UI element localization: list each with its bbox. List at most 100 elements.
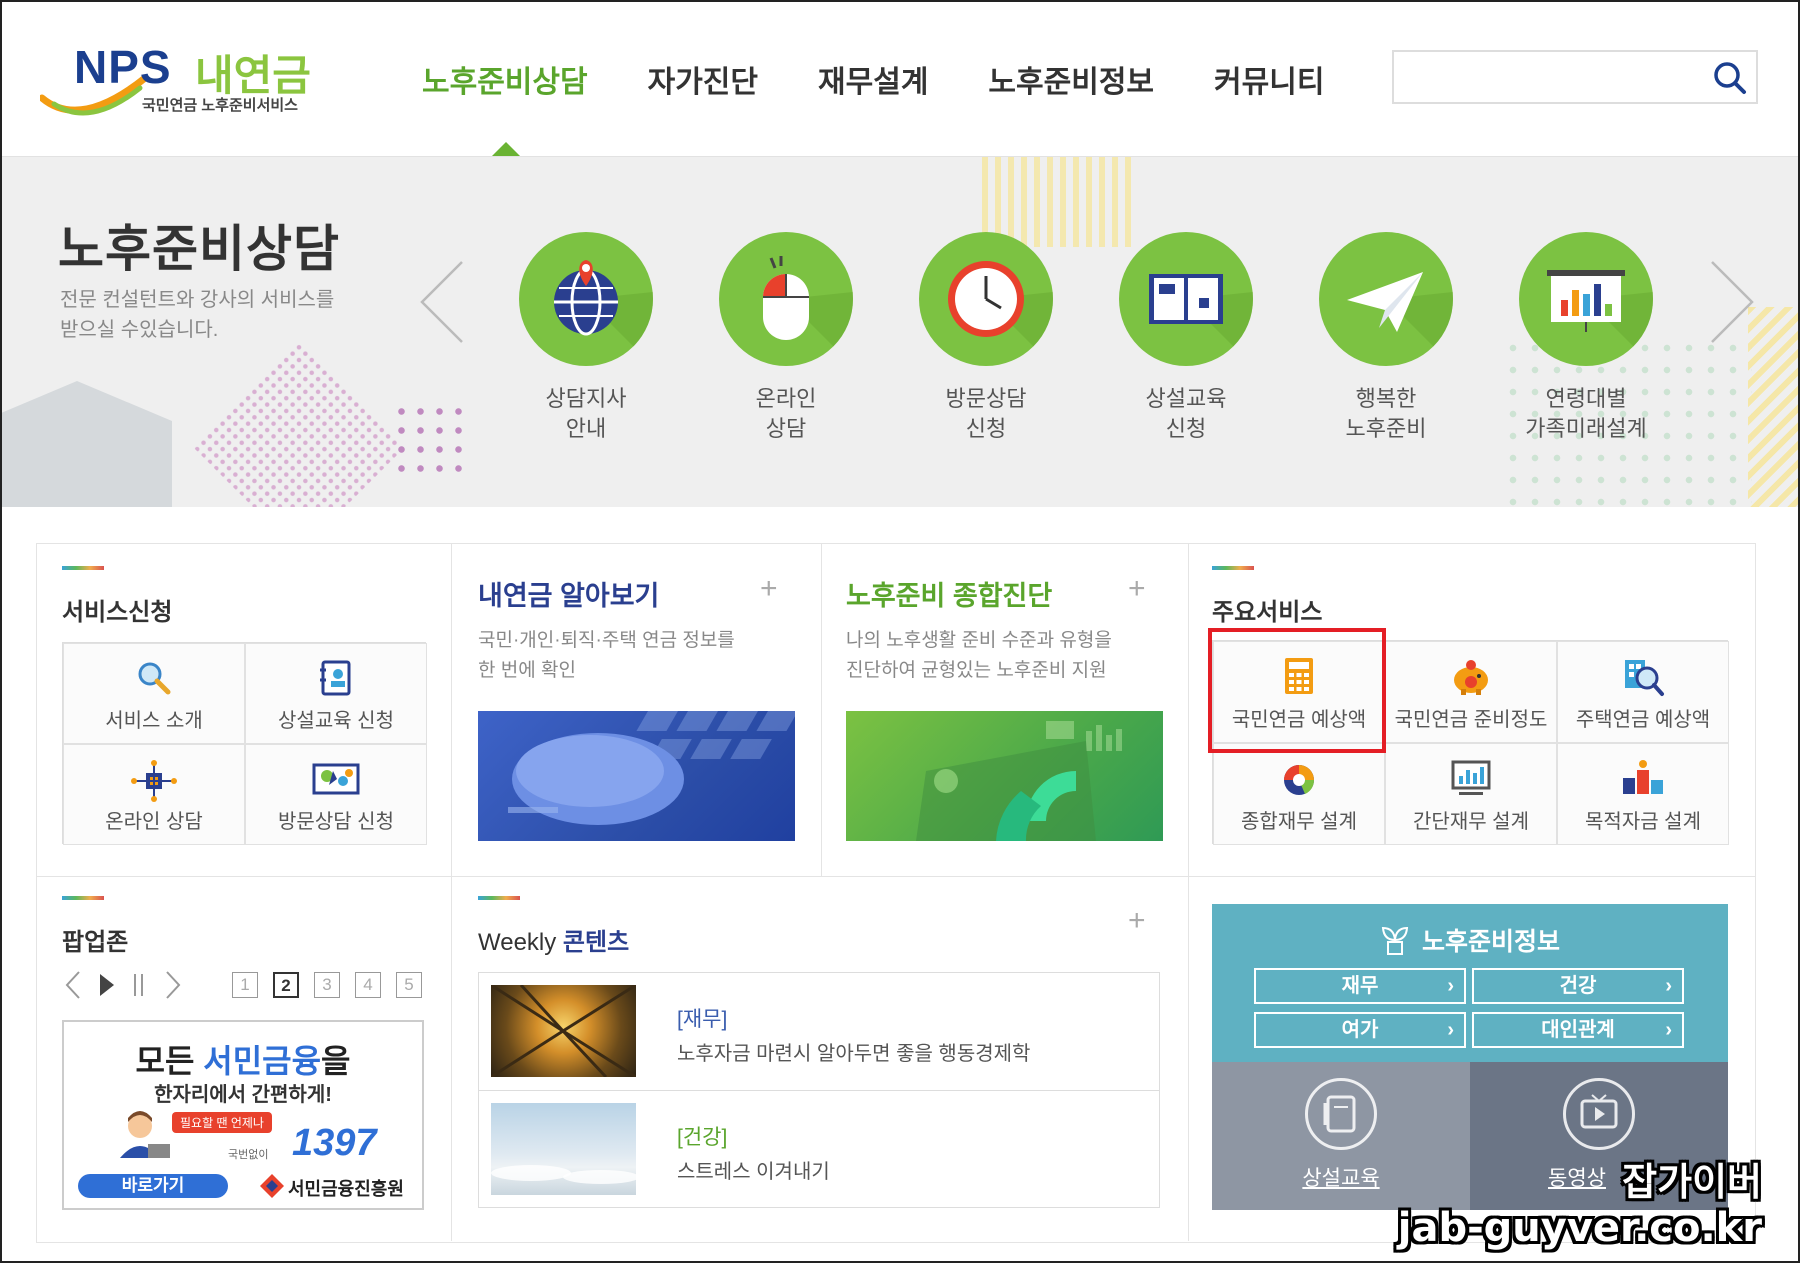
my-pension-description: 국민·개인·퇴직·주택 연금 정보를 한 번에 확인 [478, 630, 735, 681]
comprehensive-finance-plan-button[interactable]: 종합재무 설계 [1213, 743, 1385, 845]
service-happy-retirement[interactable]: 행복한 노후준비 [1316, 232, 1456, 444]
chevron-right-icon: › [1665, 975, 1672, 997]
weekly-tag: [건강] [677, 1126, 728, 1149]
watermark-line1: 잡가이버 [1622, 1162, 1762, 1204]
network-icon [131, 760, 177, 802]
service-label: 연령대별 가족미래설계 [1525, 386, 1647, 441]
my-pension-more-button[interactable]: + [760, 572, 778, 606]
service-label: 행복한 노후준비 [1345, 386, 1427, 441]
service-label: 상담지사 안내 [545, 386, 627, 441]
mouse-keyboard-image [508, 711, 795, 825]
pause-icon[interactable] [132, 972, 146, 998]
chevron-right-icon: › [1447, 975, 1454, 997]
section-title-text: 주요서비스 [1212, 599, 1323, 626]
service-online-consult[interactable]: 온라인 상담 [716, 232, 856, 444]
money-bags-icon [1623, 760, 1663, 794]
chart-graphic-image [916, 721, 1122, 841]
visit-consult-apply-button[interactable]: 방문상담 신청 [245, 744, 427, 845]
online-consult-button[interactable]: 온라인 상담 [63, 744, 245, 845]
consult-banner: 노후준비상담 전문 컨설턴트와 강사의 서비스를 받으실 수있습니다. 상담지사… [2, 157, 1798, 507]
chevron-right-icon: › [1665, 1019, 1672, 1041]
service-visit-consult[interactable]: 방문상담 신청 [916, 232, 1056, 444]
book-icon [1305, 1078, 1377, 1150]
nav-item-consult[interactable]: 노후준비상담 [422, 57, 588, 101]
cell-label: 국민연금 준비정도 [1394, 709, 1548, 731]
list-item[interactable]: [재무] 노후자금 마련시 알아두면 좋을 행동경제학 [479, 973, 1159, 1091]
page-5[interactable]: 5 [396, 972, 422, 998]
divider [451, 876, 1755, 877]
service-intro-button[interactable]: 서비스 소개 [63, 643, 245, 744]
relationship-button[interactable]: 대인관계 › [1472, 1012, 1684, 1048]
diagnosis-more-button[interactable]: + [1128, 572, 1146, 606]
org-logo-icon [260, 1174, 284, 1198]
housing-pension-estimate-button[interactable]: 주택연금 예상액 [1557, 641, 1729, 743]
page-2[interactable]: 2 [273, 972, 299, 998]
weekly-tag: [재무] [677, 1008, 728, 1031]
divider [1188, 544, 1189, 1241]
leisure-button[interactable]: 여가 › [1254, 1012, 1466, 1048]
nav-active-caret [492, 142, 520, 156]
main-nav: 노후준비상담 자가진단 재무설계 노후준비정보 커뮤니티 [422, 57, 1384, 101]
divider [37, 876, 451, 877]
divider [451, 544, 452, 1241]
service-branch-guide[interactable]: 상담지사 안내 [516, 232, 656, 444]
education-apply-button[interactable]: 상설교육 신청 [245, 643, 427, 744]
site-header: NPS 내연금 국민연금 노후준비서비스 노후준비상담 자가진단 재무설계 노후… [2, 2, 1798, 157]
service-label: 상설교육 신청 [1145, 386, 1227, 441]
cell-label: 방문상담 신청 [278, 811, 394, 833]
page-4[interactable]: 4 [355, 972, 381, 998]
button-label: 대인관계 [1541, 1019, 1615, 1041]
service-family-plan[interactable]: 연령대별 가족미래설계 [1516, 232, 1656, 444]
popup-pager: 1 2 3 4 5 [232, 972, 422, 998]
site-logo[interactable]: NPS 내연금 국민연금 노후준비서비스 [40, 40, 330, 120]
finance-button[interactable]: 재무 › [1254, 968, 1466, 1004]
divider [821, 544, 822, 876]
globe-pin-icon [519, 232, 653, 366]
deco-dot-diamond [192, 340, 406, 507]
diagnosis-title[interactable]: 노후준비 종합진단 [846, 574, 1052, 613]
logo-subtitle: 국민연금 노후준비서비스 [142, 97, 298, 114]
simple-finance-plan-button[interactable]: 간단재무 설계 [1385, 743, 1557, 845]
service-request-title: 서비스신청 [62, 566, 173, 627]
chevron-right-icon[interactable] [1697, 257, 1757, 347]
weekly-title-ko: 콘텐츠 [562, 929, 630, 956]
chevron-left-icon[interactable] [417, 257, 477, 347]
monitor-chart-icon [1451, 760, 1491, 795]
mouse-icon [719, 232, 853, 366]
highlight-annotation-box [1208, 628, 1386, 753]
pension-readiness-button[interactable]: 국민연금 준비정도 [1385, 641, 1557, 743]
ad-bubble: 필요할 땐 언제나 [172, 1112, 272, 1133]
title-accent-bar [1212, 566, 1254, 570]
my-pension-title[interactable]: 내연금 알아보기 [478, 574, 659, 613]
button-label: 여가 [1341, 1019, 1379, 1041]
nav-item-self-diagnosis[interactable]: 자가진단 [648, 57, 758, 101]
ad-phone-prefix: 국번없이 [228, 1149, 269, 1161]
health-button[interactable]: 건강 › [1472, 968, 1684, 1004]
weekly-more-button[interactable]: + [1128, 904, 1146, 938]
diagnosis-description: 나의 노후생활 준비 수준과 유형을 진단하여 균형있는 노후준비 지원 [846, 630, 1112, 681]
service-education-apply[interactable]: 상설교육 신청 [1116, 232, 1256, 444]
chevron-left-icon[interactable] [64, 970, 82, 1000]
retirement-info-panel: 노후준비정보 재무 › 건강 › 여가 › 대인관계 › [1212, 904, 1728, 1062]
diagnosis-image[interactable] [846, 711, 1163, 841]
chevron-right-icon[interactable] [164, 970, 182, 1000]
section-title-text: 서비스신청 [62, 599, 173, 626]
cell-label: 서비스 소개 [105, 710, 203, 732]
ad-go-button[interactable]: 바로가기 [78, 1174, 228, 1198]
popup-banner-ad[interactable]: 모든 서민금융을 한자리에서 간편하게! 필요할 땐 언제나 국번없이 1397… [62, 1020, 424, 1210]
my-pension-image[interactable] [478, 711, 795, 841]
search-input[interactable] [1392, 50, 1758, 104]
search-icon[interactable] [1712, 60, 1748, 96]
watermark-line2: jab-guyver.co.kr [1397, 1205, 1762, 1251]
nav-item-retirement-info[interactable]: 노후준비정보 [988, 57, 1154, 101]
list-item[interactable]: [건강] 스트레스 이겨내기 [479, 1091, 1159, 1209]
page-3[interactable]: 3 [314, 972, 340, 998]
chevron-right-icon: › [1447, 1019, 1454, 1041]
page-1[interactable]: 1 [232, 972, 258, 998]
ad-subheadline: 한자리에서 간편하게! [154, 1084, 332, 1106]
piggy-bank-icon [1454, 660, 1488, 695]
nav-item-community[interactable]: 커뮤니티 [1214, 57, 1324, 101]
goal-fund-plan-button[interactable]: 목적자금 설계 [1557, 743, 1729, 845]
nav-item-financial-plan[interactable]: 재무설계 [818, 57, 928, 101]
play-icon[interactable] [98, 972, 116, 998]
